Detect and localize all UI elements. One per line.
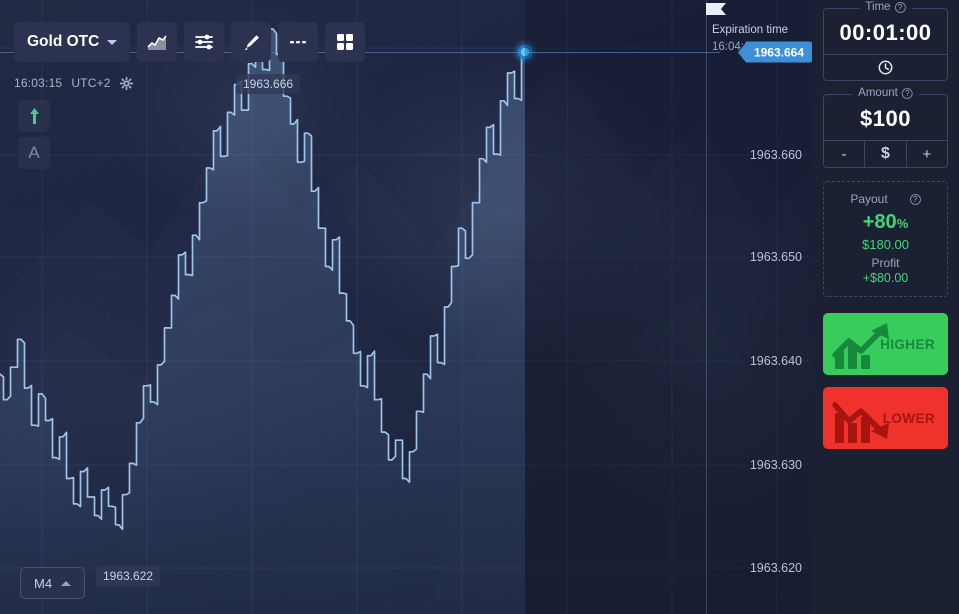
chevron-down-icon [107,39,118,45]
lower-button[interactable]: LOWER [823,387,948,449]
low-price-tag: 1963.622 [96,566,161,586]
trading-platform: Gold OTC 16:03:15 UTC+2 A 1963.666 1963.… [0,0,959,614]
chart-area[interactable]: Gold OTC 16:03:15 UTC+2 A 1963.666 1963.… [0,0,812,614]
price-line-chart [0,28,538,614]
brush-icon[interactable] [231,22,272,62]
up-arrow-icon[interactable] [18,100,50,132]
trade-panel: Time ? 00:01:00 Amount ? $100 - $ + Payo… [812,0,959,614]
higher-label: HIGHER [880,336,935,352]
clock-icon[interactable] [824,54,947,80]
payout-amount: $180.00 [862,237,909,252]
time-value[interactable]: 00:01:00 [824,11,947,54]
amount-field[interactable]: Amount ? $100 - $ + [823,87,948,168]
time-legend: Time ? [859,1,912,13]
chevron-up-icon [61,580,72,586]
server-time: 16:03:15 [14,76,63,90]
asset-selector[interactable]: Gold OTC [14,22,131,62]
timeframe-label: M4 [34,575,53,591]
timeframe-selector[interactable]: M4 [20,567,86,599]
payout-percent-value: +80 [862,211,897,233]
help-icon[interactable]: ? [894,1,906,13]
amount-legend-label: Amount [858,87,898,99]
higher-button[interactable]: HIGHER [823,313,948,375]
lower-label: LOWER [882,410,935,426]
profit-label: Profit [871,256,900,270]
payout-panel: Payout ? +80% $180.00 Profit +$80.00 [823,181,948,297]
indicators-icon[interactable] [184,22,225,62]
more-icon[interactable] [278,22,319,62]
gear-icon[interactable] [119,76,133,90]
amount-legend: Amount ? [852,87,919,99]
layout-icon[interactable] [325,22,366,62]
help-icon[interactable]: ? [901,87,913,99]
chart-type-icon[interactable] [137,22,178,62]
clock-row: 16:03:15 UTC+2 [14,76,133,90]
expiration-line [706,0,707,614]
asset-name: Gold OTC [27,33,100,50]
chart-toolbar: Gold OTC [14,22,366,62]
amount-decrease-button[interactable]: - [824,141,864,167]
expiration-label: Expiration time [712,24,789,36]
currency-button[interactable]: $ [864,141,905,167]
payout-percent: +80% [824,211,947,234]
profit-value: +$80.00 [862,271,909,285]
time-field[interactable]: Time ? 00:01:00 [823,1,948,81]
timezone-label: UTC+2 [71,76,111,90]
text-tool-label: A [28,143,40,162]
amount-value[interactable]: $100 [824,97,947,140]
payout-label: Payout [850,192,888,206]
payout-percent-unit: % [896,216,909,231]
text-tool-icon[interactable]: A [18,137,50,169]
current-price-value: 1963.664 [745,41,812,63]
amount-increase-button[interactable]: + [905,141,947,167]
time-legend-label: Time [865,1,891,13]
help-icon[interactable]: ? [909,193,921,205]
high-price-tag: 1963.666 [236,74,301,94]
current-price-tag: 1963.664 [737,41,812,63]
